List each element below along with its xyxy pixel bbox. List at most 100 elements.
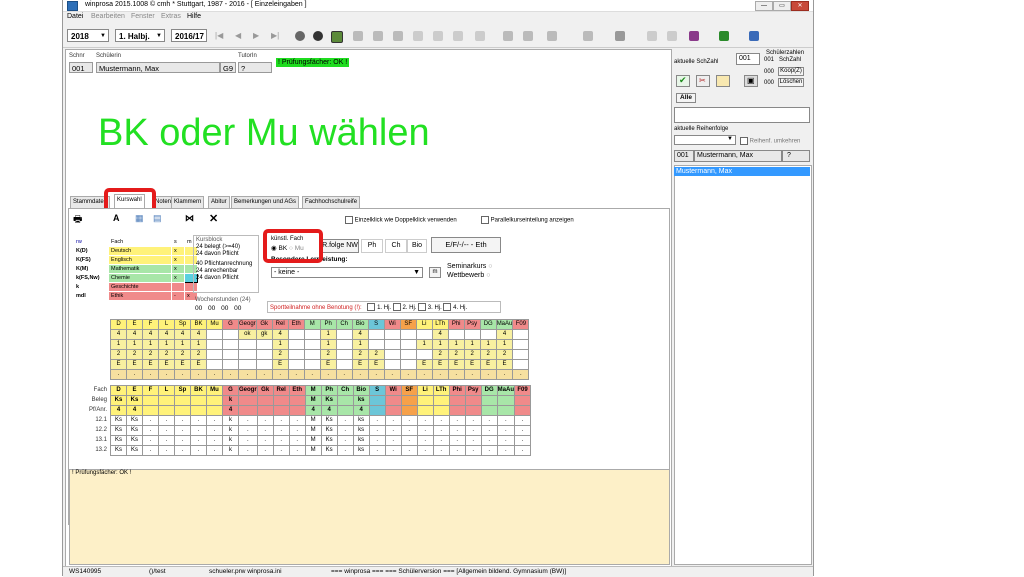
report-icon[interactable] xyxy=(667,31,677,41)
grid-cell[interactable]: Ks xyxy=(320,425,338,436)
doc-icon[interactable] xyxy=(353,31,363,41)
bio-button[interactable]: Bio xyxy=(407,239,427,253)
grid-cell[interactable]: . xyxy=(158,435,175,446)
search-field[interactable] xyxy=(674,107,810,123)
grid-cell[interactable]: E xyxy=(351,359,369,370)
grid-cell[interactable] xyxy=(384,405,402,416)
grid-cell[interactable] xyxy=(384,395,402,406)
grid-cell[interactable] xyxy=(383,349,401,360)
grid-cell[interactable]: . xyxy=(158,445,175,456)
grid-cell[interactable]: 1 xyxy=(126,339,143,350)
grid-cell[interactable] xyxy=(480,395,498,406)
grid-cell[interactable] xyxy=(464,395,482,406)
prev-record-icon[interactable]: ◀ xyxy=(235,31,241,40)
grid-cell[interactable] xyxy=(432,405,450,416)
ph-button[interactable]: Ph xyxy=(361,239,383,253)
grid-cell[interactable]: . xyxy=(206,435,223,446)
grid-cell[interactable]: E xyxy=(174,359,191,370)
grid-cell[interactable]: Wi xyxy=(384,385,402,396)
grid-cell[interactable]: 4 xyxy=(110,405,127,416)
check-icon[interactable]: ✔ xyxy=(676,75,690,87)
grid-cell[interactable]: 4 xyxy=(110,329,127,340)
subject-row[interactable]: k Geschichte xyxy=(73,282,198,292)
ch-button[interactable]: Ch xyxy=(385,239,407,253)
grid-cell[interactable]: . xyxy=(514,415,532,426)
grid-cell[interactable]: BK xyxy=(190,385,207,396)
grid-cell[interactable]: . xyxy=(514,445,532,456)
grid-cell[interactable]: . xyxy=(190,445,207,456)
grid-cell[interactable]: . xyxy=(238,435,258,446)
grid-cell[interactable] xyxy=(303,359,321,370)
grid-cell[interactable]: . xyxy=(367,369,385,380)
halfyear-select[interactable]: 1. Halbj. ▼ xyxy=(115,29,165,42)
grid-cell[interactable]: E xyxy=(463,359,481,370)
grid-cell[interactable]: . xyxy=(287,369,305,380)
grid-cell[interactable]: Ks xyxy=(110,445,127,456)
grid-cell[interactable]: LTh xyxy=(432,385,450,396)
menu-bearbeiten[interactable]: Bearbeiten xyxy=(91,13,125,20)
tab-klammern[interactable]: Klammern xyxy=(171,196,205,208)
grid-cell[interactable]: M xyxy=(304,385,322,396)
grid-cell[interactable]: . xyxy=(288,435,306,446)
grid-cell[interactable]: L xyxy=(158,385,175,396)
grid-cell[interactable]: . xyxy=(238,369,257,380)
grid-cell[interactable]: Psy xyxy=(464,385,482,396)
record-icon[interactable] xyxy=(295,31,305,41)
grid-cell[interactable]: Geogr xyxy=(238,385,258,396)
grid-cell[interactable] xyxy=(222,359,239,370)
grid-cell[interactable] xyxy=(206,359,223,370)
grid-cell[interactable]: . xyxy=(256,415,274,426)
save-icon[interactable] xyxy=(749,31,759,41)
grid-cell[interactable]: . xyxy=(416,425,434,436)
grid-cell[interactable]: . xyxy=(142,415,159,426)
grid-cell[interactable] xyxy=(222,339,239,350)
grid-cell[interactable]: . xyxy=(368,425,386,436)
grid-cell[interactable]: ks xyxy=(352,395,370,406)
grid-cell[interactable]: 1 xyxy=(271,339,289,350)
grid-cell[interactable] xyxy=(303,349,321,360)
grid-cell[interactable] xyxy=(287,339,305,350)
subject-row[interactable]: K(D) Deutsch x xyxy=(73,246,198,256)
grid-cell[interactable]: . xyxy=(238,415,258,426)
grid-cell[interactable]: Ks xyxy=(320,445,338,456)
grid-cell[interactable]: 1 xyxy=(415,339,433,350)
grid-cell[interactable]: . xyxy=(496,415,516,426)
grid-cell[interactable]: Mu xyxy=(206,385,223,396)
printer-icon[interactable] xyxy=(615,31,625,41)
grid-cell[interactable]: 4 xyxy=(304,405,322,416)
grid-cell[interactable]: . xyxy=(351,369,369,380)
grid-cell[interactable]: E xyxy=(142,359,159,370)
grid-cell[interactable]: . xyxy=(480,435,498,446)
grid-cell[interactable] xyxy=(399,339,417,350)
grid-cell[interactable]: E xyxy=(495,359,514,370)
grid-cell[interactable]: . xyxy=(158,369,175,380)
grid-cell[interactable]: . xyxy=(447,369,465,380)
grid-cell[interactable]: 2 xyxy=(271,349,289,360)
grid-cell[interactable]: E xyxy=(447,359,465,370)
grid-cell[interactable] xyxy=(255,359,273,370)
grid-cell[interactable]: . xyxy=(174,415,191,426)
grid-cell[interactable]: . xyxy=(110,369,127,380)
grid-cell[interactable]: . xyxy=(432,425,450,436)
grid-cell[interactable]: . xyxy=(158,415,175,426)
grid-cell[interactable]: . xyxy=(432,435,450,446)
grid-cell[interactable]: Ks xyxy=(126,415,143,426)
grid-cell[interactable] xyxy=(174,405,191,416)
grid-cell[interactable]: . xyxy=(464,445,482,456)
grid-cell[interactable] xyxy=(416,395,434,406)
grid-cell[interactable]: Gk xyxy=(256,385,274,396)
grid-cell[interactable]: k xyxy=(222,395,239,406)
grid-cell[interactable]: SF xyxy=(400,385,418,396)
grid-cell[interactable]: 4 xyxy=(320,405,338,416)
grid-cell[interactable]: E xyxy=(158,359,175,370)
table-icon[interactable] xyxy=(503,31,513,41)
minimize-button[interactable]: — xyxy=(755,1,773,11)
reihenfolge-select[interactable]: ▼ xyxy=(674,135,736,145)
grid-cell[interactable]: 1 xyxy=(479,339,497,350)
grid-cell[interactable]: Ks xyxy=(320,395,338,406)
grid-cell[interactable]: . xyxy=(255,369,273,380)
grid-cell[interactable]: 4 xyxy=(495,329,514,340)
reihenf-option[interactable]: Reihenf. umkehren xyxy=(740,137,800,145)
grid-cell[interactable]: . xyxy=(384,445,402,456)
grid-cell[interactable]: 2 xyxy=(367,349,385,360)
